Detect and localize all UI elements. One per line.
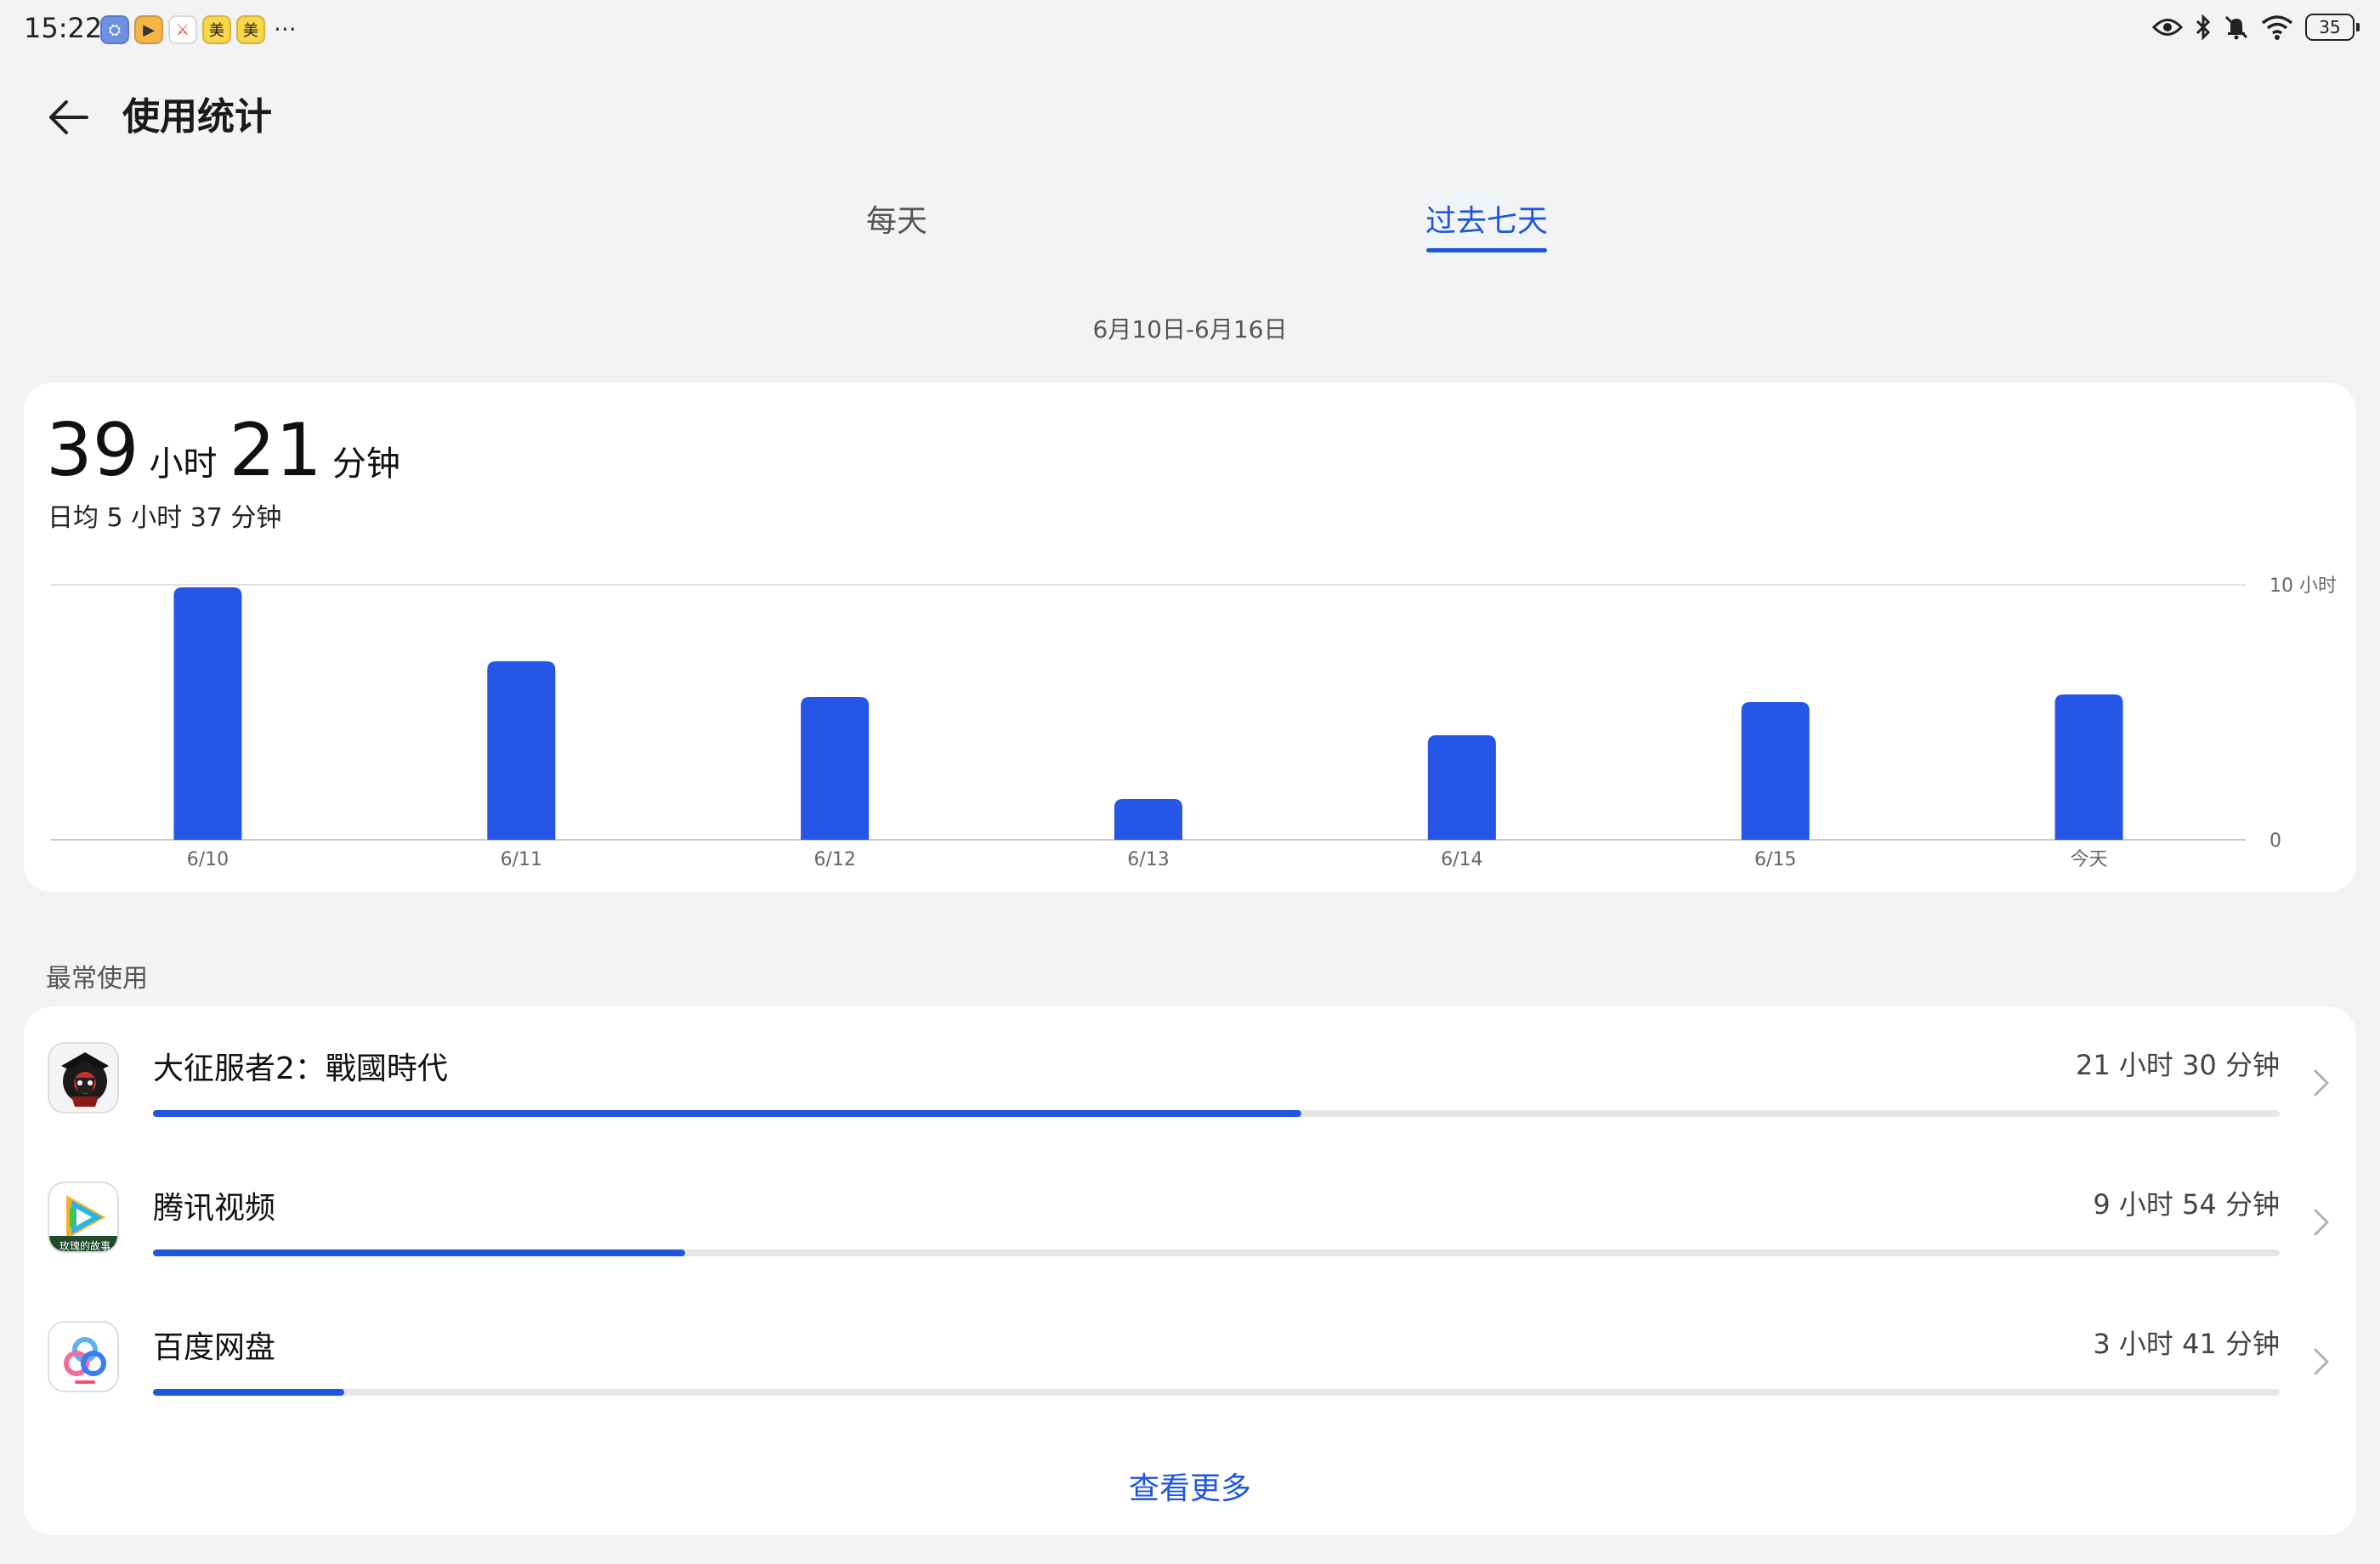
baidu-netdisk-icon xyxy=(48,1321,119,1392)
chevron-right-icon xyxy=(2314,1348,2329,1375)
usage-bar-track xyxy=(153,1110,2280,1117)
more-notifications-icon: ··· xyxy=(274,15,297,43)
x-tick-label: 6/11 xyxy=(501,849,542,870)
meituan-app-icon: 美 xyxy=(202,15,231,44)
status-time: 15:22 xyxy=(24,12,103,44)
eye-comfort-icon xyxy=(2152,19,2183,36)
tencent-video-icon: 玫瑰的故事 xyxy=(48,1182,119,1253)
tab-past-seven-days[interactable]: 过去七天 xyxy=(1425,197,1549,246)
see-more-button[interactable]: 查看更多 xyxy=(24,1464,2356,1508)
usage-bar-fill xyxy=(153,1110,1302,1117)
mute-bell-icon xyxy=(2224,15,2248,40)
wifi-icon xyxy=(2261,15,2293,40)
active-tab-indicator xyxy=(1426,248,1547,252)
samurai-game-icon xyxy=(48,1042,119,1114)
bar-6/14[interactable] xyxy=(1427,735,1496,840)
app-row-baidu-netdisk[interactable]: 百度网盘 3 小时 41 分钟 xyxy=(24,1285,2356,1425)
weather-app-icon: ⛭ xyxy=(100,15,129,44)
weekly-usage-chart: 6/10 6/11 6/12 6/13 6/14 6/15 今天 0 10 小时 xyxy=(51,575,2337,870)
battery-icon: 35 xyxy=(2305,14,2360,41)
x-tick-label: 6/12 xyxy=(813,849,855,870)
app-usage-time: 3 小时 41 分钟 xyxy=(2093,1328,2280,1360)
notification-icons: ⛭ ▶ ⚔ 美美 ··· xyxy=(100,15,297,44)
bar-6/15[interactable] xyxy=(1741,702,1810,840)
bluetooth-icon xyxy=(2196,14,2211,40)
battery-level: 35 xyxy=(2319,17,2341,37)
bar-6/12[interactable] xyxy=(801,697,870,840)
x-tick-label: 6/10 xyxy=(187,849,229,870)
chevron-right-icon xyxy=(2314,1209,2329,1236)
app-name: 腾讯视频 xyxy=(153,1191,276,1226)
video-app-icon: ▶ xyxy=(134,15,163,44)
usage-bar-fill xyxy=(153,1389,345,1396)
most-used-heading: 最常使用 xyxy=(46,964,148,994)
status-bar: 15:22 ⛭ ▶ ⚔ 美美 ··· 35 xyxy=(0,0,2380,61)
app-name: 百度网盘 xyxy=(153,1330,276,1365)
y-tick-label-max: 10 小时 xyxy=(2270,575,2337,597)
bar-6/10[interactable] xyxy=(173,587,242,840)
tab-daily[interactable]: 每天 xyxy=(858,197,935,246)
icon-caption: 玫瑰的故事 xyxy=(60,1239,110,1252)
app-name: 大征服者2：戰國時代 xyxy=(153,1051,448,1086)
x-tick-label: 6/14 xyxy=(1441,849,1482,870)
x-tick-label: 6/15 xyxy=(1754,849,1796,870)
usage-bar-track xyxy=(153,1250,2280,1256)
app-usage-time: 21 小时 30 分钟 xyxy=(2076,1049,2280,1081)
usage-bar-track xyxy=(153,1389,2280,1396)
back-arrow-icon xyxy=(49,100,88,134)
y-tick-label-min: 0 xyxy=(2270,830,2281,852)
most-used-card: 大征服者2：戰國時代 21 小时 30 分钟 玫瑰的故事 腾讯视频 9 小时 5… xyxy=(24,1006,2356,1535)
status-indicators: 35 xyxy=(2152,14,2360,41)
app-row-tencent-video[interactable]: 玫瑰的故事 腾讯视频 9 小时 54 分钟 xyxy=(24,1146,2356,1285)
usage-summary-card: 39 小时 21 分钟 日均 5 小时 37 分钟 6/10 6/11 6/12 6/… xyxy=(24,382,2356,892)
app-row-conqueror[interactable]: 大征服者2：戰國時代 21 小时 30 分钟 xyxy=(24,1006,2356,1146)
usage-bar-fill xyxy=(153,1250,685,1256)
chevron-right-icon xyxy=(2314,1069,2329,1096)
meituan-app-icon: 美 xyxy=(236,15,265,44)
bar-今天[interactable] xyxy=(2054,694,2123,840)
date-range: 6月10日-6月16日 xyxy=(1092,315,1288,343)
back-button[interactable] xyxy=(41,90,95,144)
game-app-icon: ⚔ xyxy=(168,15,197,44)
x-tick-label: 今天 xyxy=(2071,849,2108,870)
bar-6/11[interactable] xyxy=(487,661,556,840)
x-tick-label: 6/13 xyxy=(1127,849,1169,870)
app-usage-time: 9 小时 54 分钟 xyxy=(2093,1188,2280,1221)
page-title: 使用统计 xyxy=(122,95,272,139)
bar-6/13[interactable] xyxy=(1114,799,1182,840)
